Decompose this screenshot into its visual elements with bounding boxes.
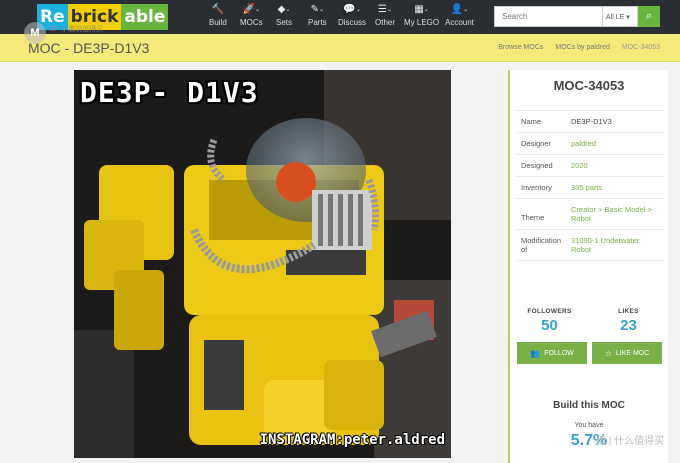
theme-link[interactable]: Creator > Basic Model > Robot bbox=[567, 199, 665, 229]
moc-details-table: Name DE3P-D1V3 Designer paldred Designed… bbox=[515, 110, 665, 261]
star-icon: ☆ bbox=[604, 348, 612, 358]
hammer-icon: 🔨 bbox=[211, 4, 225, 15]
breadcrumb-mocs-by-designer[interactable]: MOCs by paldred bbox=[555, 44, 609, 51]
search-icon: ⌕ bbox=[645, 10, 653, 22]
modification-link[interactable]: 31090-1 Underwater Robot bbox=[567, 230, 665, 260]
follow-icon: 👥 bbox=[530, 348, 541, 358]
user-icon: 👤⌄ bbox=[450, 4, 469, 15]
breadcrumb: Browse MOCs MOCs by paldred MOC-34053 bbox=[486, 44, 660, 51]
build-this-moc-heading: Build this MOC bbox=[553, 400, 625, 411]
moc-main-image[interactable]: DE3P- D1V3 INSTAGRAM:peter.aldred bbox=[74, 70, 451, 458]
nav-sets[interactable]: ◆⌄ Sets bbox=[276, 3, 292, 31]
search-button[interactable]: ⌕ bbox=[638, 6, 660, 27]
rocket-icon: 🚀⌄ bbox=[242, 4, 261, 15]
nav-parts[interactable]: ✎⌄ Parts bbox=[308, 3, 327, 31]
image-title-overlay: DE3P- D1V3 bbox=[80, 76, 259, 109]
nav-my-lego[interactable]: ▦⌄ My LEGO bbox=[404, 3, 439, 31]
nav-other[interactable]: ☰⌄ Other bbox=[375, 3, 395, 31]
breadcrumb-current: MOC-34053 bbox=[621, 44, 660, 51]
watermark-logo: M bbox=[24, 22, 46, 44]
detail-row-designer: Designer paldred bbox=[515, 133, 665, 155]
search-scope-select[interactable]: All LE ▾ bbox=[602, 6, 638, 27]
title-bar: MOC - DE3P-D1V3 Browse MOCs MOCs by pald… bbox=[0, 34, 680, 62]
detail-row-inventory: Inventory 335 parts bbox=[515, 177, 665, 199]
grid-icon: ▦⌄ bbox=[414, 4, 429, 15]
moc-stats: FOLLOWERS 50 LIKES 23 bbox=[510, 308, 668, 334]
detail-row-name: Name DE3P-D1V3 bbox=[515, 111, 665, 133]
nav-discuss[interactable]: 💬⌄ Discuss bbox=[338, 3, 366, 31]
detail-row-theme: Theme Creator > Basic Model > Robot bbox=[515, 199, 665, 230]
followers-count: 50 bbox=[541, 317, 558, 334]
follow-button[interactable]: 👥 FOLLOW bbox=[517, 342, 587, 364]
moc-id-title: MOC-34053 bbox=[553, 78, 625, 93]
you-have-label: You have bbox=[574, 422, 604, 429]
like-moc-button[interactable]: ☆ LIKE MOC bbox=[592, 342, 662, 364]
wrench-icon: ✎⌄ bbox=[310, 4, 325, 15]
inventory-link[interactable]: 335 parts bbox=[567, 177, 665, 198]
nav-account[interactable]: 👤⌄ Account bbox=[445, 3, 474, 31]
designer-link[interactable]: paldred bbox=[567, 133, 665, 154]
detail-row-modification: Modification of 31090-1 Underwater Robot bbox=[515, 230, 665, 261]
cube-icon: ◆⌄ bbox=[277, 4, 291, 15]
search-input[interactable] bbox=[494, 6, 602, 27]
nav-build[interactable]: 🔨 Build bbox=[209, 3, 227, 31]
page-title: MOC - DE3P-D1V3 bbox=[28, 40, 150, 56]
site-watermark: 值 | 什么值得买 bbox=[596, 436, 665, 447]
nav-mocs[interactable]: 🚀⌄ MOCs bbox=[240, 3, 263, 31]
designed-year-link[interactable]: 2020 bbox=[567, 155, 665, 176]
likes-count: 23 bbox=[620, 317, 637, 334]
detail-row-designed: Designed 2020 bbox=[515, 155, 665, 177]
robot-photo bbox=[74, 70, 451, 458]
likes-stat: LIKES 23 bbox=[589, 308, 668, 334]
database-icon: ☰⌄ bbox=[378, 4, 392, 15]
moc-sidebar: MOC-34053 Name DE3P-D1V3 Designer paldre… bbox=[508, 70, 668, 463]
followers-stat: FOLLOWERS 50 bbox=[510, 308, 589, 334]
breadcrumb-browse-mocs[interactable]: Browse MOCs bbox=[498, 44, 543, 51]
image-caption-overlay: INSTAGRAM:peter.aldred bbox=[259, 432, 445, 448]
watermark-text: BP 小编说值得买 bbox=[50, 26, 104, 33]
chat-icon: 💬⌄ bbox=[343, 4, 361, 15]
